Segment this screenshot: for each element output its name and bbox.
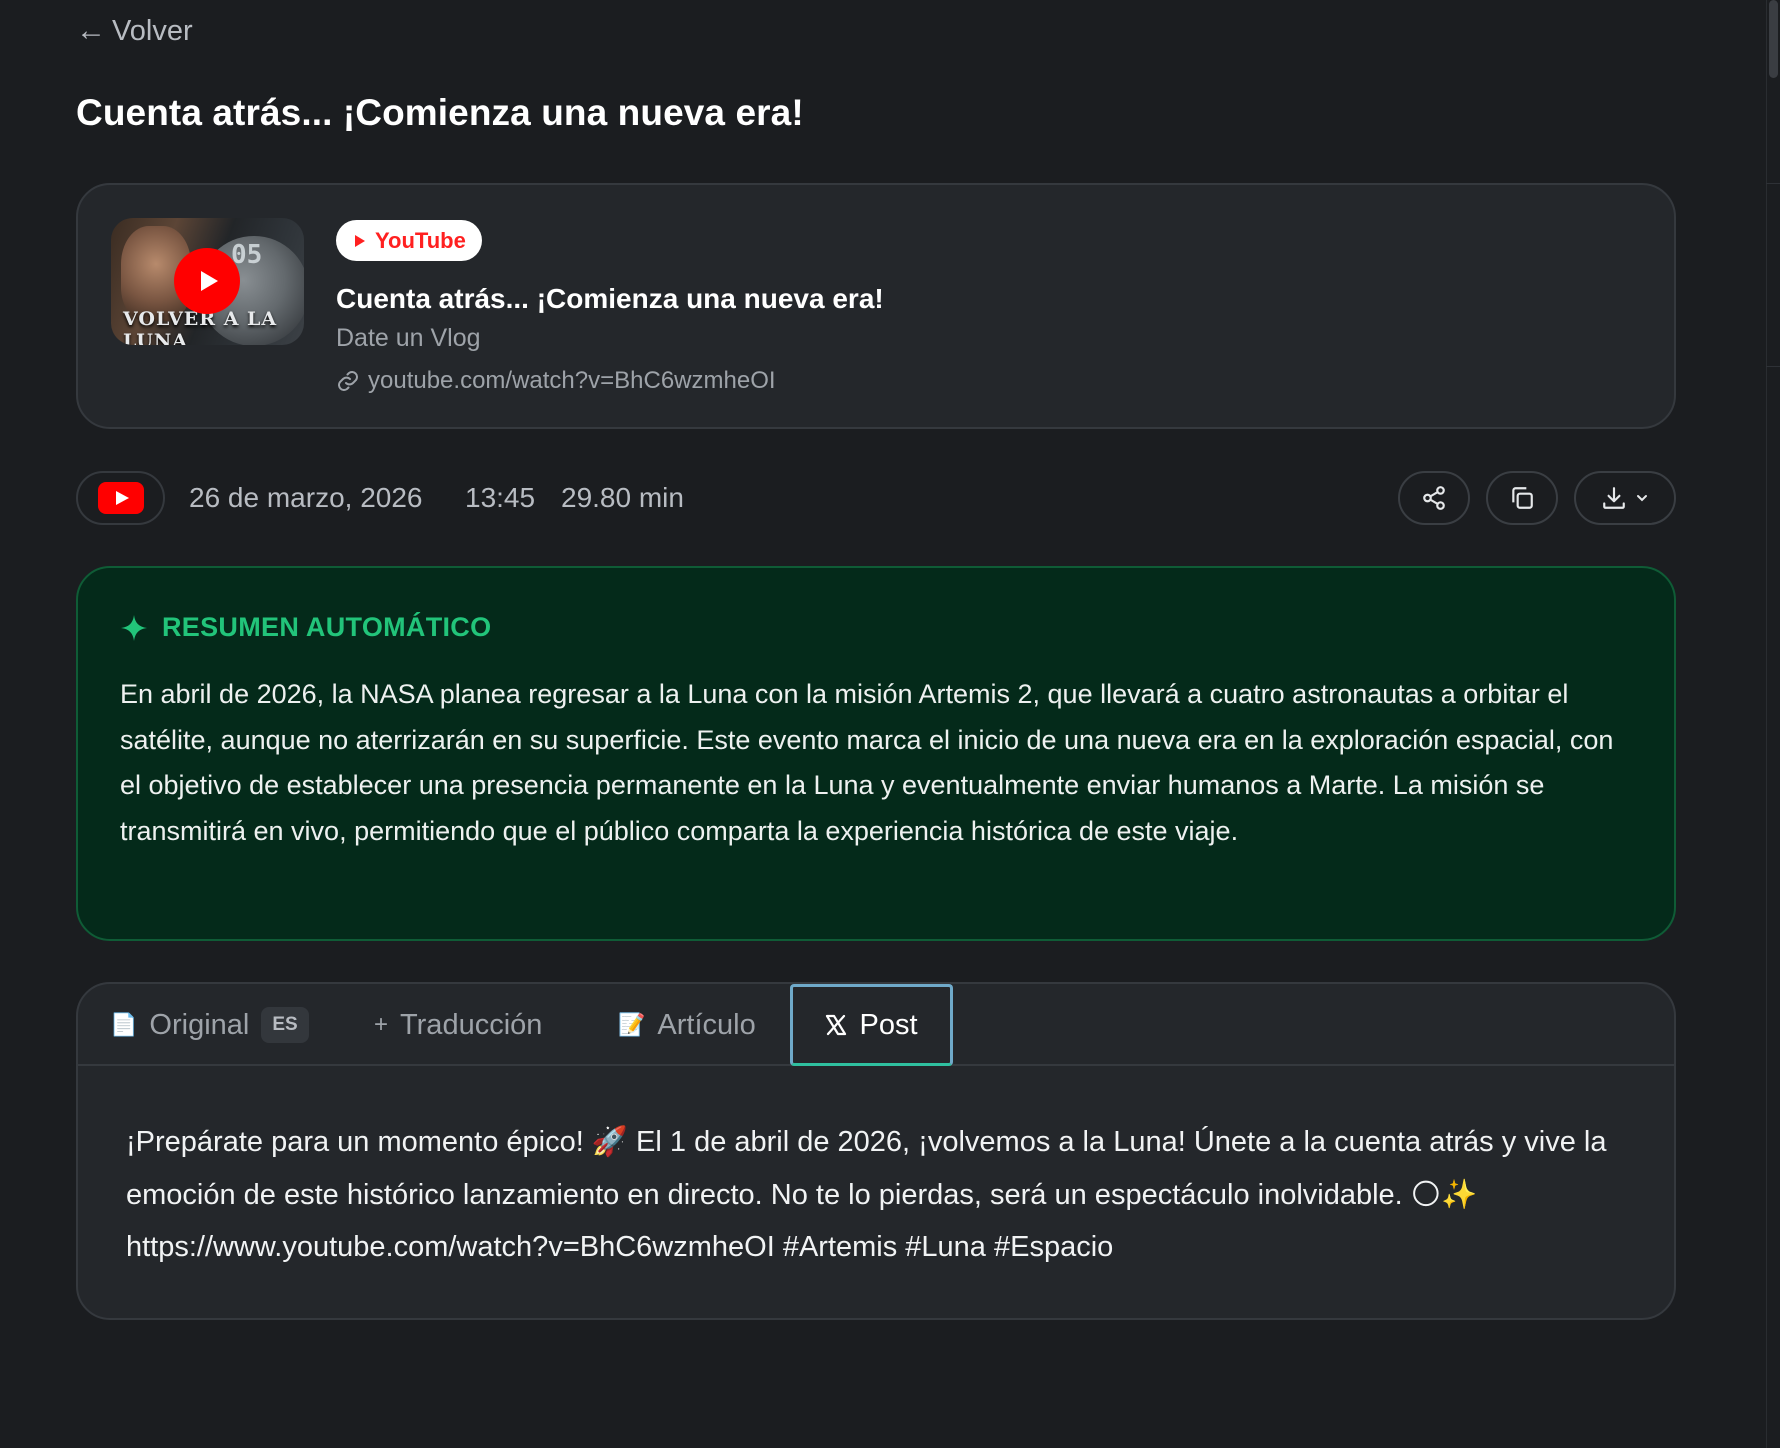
play-button[interactable] [174, 248, 240, 314]
scrollbar-thumb[interactable] [1769, 0, 1778, 78]
video-title: Cuenta atrás... ¡Comienza una nueva era! [336, 283, 884, 314]
play-icon [201, 271, 218, 291]
tab-article[interactable]: 📝 Artículo [618, 984, 756, 1066]
link-icon [338, 371, 358, 391]
scrollbar[interactable] [1766, 0, 1780, 1448]
publish-time: 13:45 [465, 482, 536, 513]
platform-chip[interactable] [76, 471, 165, 525]
meta-row: 26 de marzo, 2026 13:45 29.80 min [76, 471, 1676, 525]
video-url-link[interactable]: youtube.com/watch?v=BhC6wzmheOI [336, 367, 776, 395]
post-text: ¡Prepárate para un momento épico! 🚀 El 1… [126, 1126, 1607, 1263]
page: ← Volver Cuenta atrás... ¡Comienza una n… [0, 0, 1780, 1448]
tab-post[interactable]: Post [790, 984, 953, 1066]
tab-post-label: Post [859, 1008, 918, 1041]
channel-name: Date un Vlog [336, 324, 481, 352]
page-title: Cuenta atrás... ¡Comienza una nueva era! [76, 92, 804, 133]
language-badge: ES [261, 1007, 309, 1043]
summary-heading-label: RESUMEN AUTOMÁTICO [162, 612, 492, 642]
share-button[interactable] [1398, 471, 1470, 525]
plus-icon: + [374, 1011, 389, 1038]
document-icon: 📄 [110, 1012, 138, 1037]
video-url-text: youtube.com/watch?v=BhC6wzmheOI [368, 367, 776, 394]
summary-heading: RESUMEN AUTOMÁTICO [120, 612, 491, 643]
auto-summary-card: RESUMEN AUTOMÁTICO En abril de 2026, la … [76, 566, 1676, 941]
x-logo-icon [826, 1014, 847, 1036]
thumbnail-caption: VOLVER A LA LUNA [123, 308, 278, 345]
copy-button[interactable] [1486, 471, 1558, 525]
share-icon [1423, 486, 1445, 510]
memo-icon: 📝 [618, 1012, 646, 1037]
copy-icon [1512, 487, 1533, 509]
tab-original-label: Original [149, 1008, 250, 1041]
video-thumbnail[interactable]: 05 VOLVER A LA LUNA [111, 218, 304, 345]
tab-bar: 📄 Original ES + Traducción 📝 Artículo Po… [78, 984, 1674, 1066]
video-duration: 29.80 min [561, 482, 684, 513]
scrollbar-divider [1766, 183, 1780, 184]
platform-badge-label: YouTube [375, 227, 466, 253]
chevron-down-icon [1637, 495, 1647, 502]
platform-badge: YouTube [336, 220, 482, 261]
back-label: Volver [112, 14, 193, 47]
scrollbar-divider [1766, 366, 1780, 367]
tab-original[interactable]: 📄 Original ES [110, 984, 309, 1066]
content-panel: 📄 Original ES + Traducción 📝 Artículo Po… [76, 982, 1676, 1320]
summary-text: En abril de 2026, la NASA planea regresa… [120, 679, 1614, 846]
tab-translation-label: Traducción [400, 1008, 543, 1041]
tab-translation[interactable]: + Traducción [374, 984, 542, 1066]
arrow-left-icon: ← [76, 14, 106, 47]
tab-article-label: Artículo [657, 1008, 756, 1041]
source-card: 05 VOLVER A LA LUNA YouTube Cuenta atrás… [76, 183, 1676, 429]
sparkle-icon [121, 614, 147, 641]
download-dropdown-button[interactable] [1574, 471, 1676, 525]
publish-date: 26 de marzo, 2026 [189, 482, 423, 513]
back-link[interactable]: ← Volver [76, 14, 193, 48]
download-icon [1603, 487, 1625, 509]
youtube-icon [97, 482, 144, 514]
play-triangle-icon [355, 234, 365, 247]
